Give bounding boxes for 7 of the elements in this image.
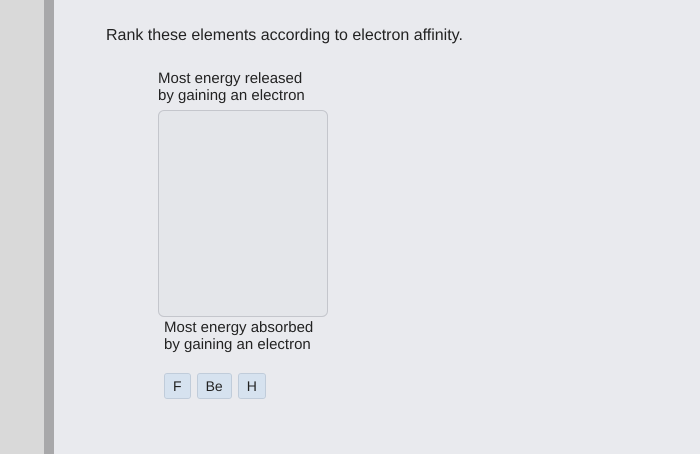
element-tile[interactable]: Be — [196, 373, 232, 399]
element-tile[interactable]: H — [238, 373, 266, 399]
element-tile[interactable]: F — [164, 373, 191, 399]
bottom-label: Most energy absorbed by gaining an electron — [164, 319, 314, 353]
question-text: Rank these elements according to electron affinity. — [106, 26, 464, 46]
ranking-drop-area[interactable] — [158, 110, 328, 317]
top-label: Most energy released by gaining an electron — [158, 70, 306, 104]
